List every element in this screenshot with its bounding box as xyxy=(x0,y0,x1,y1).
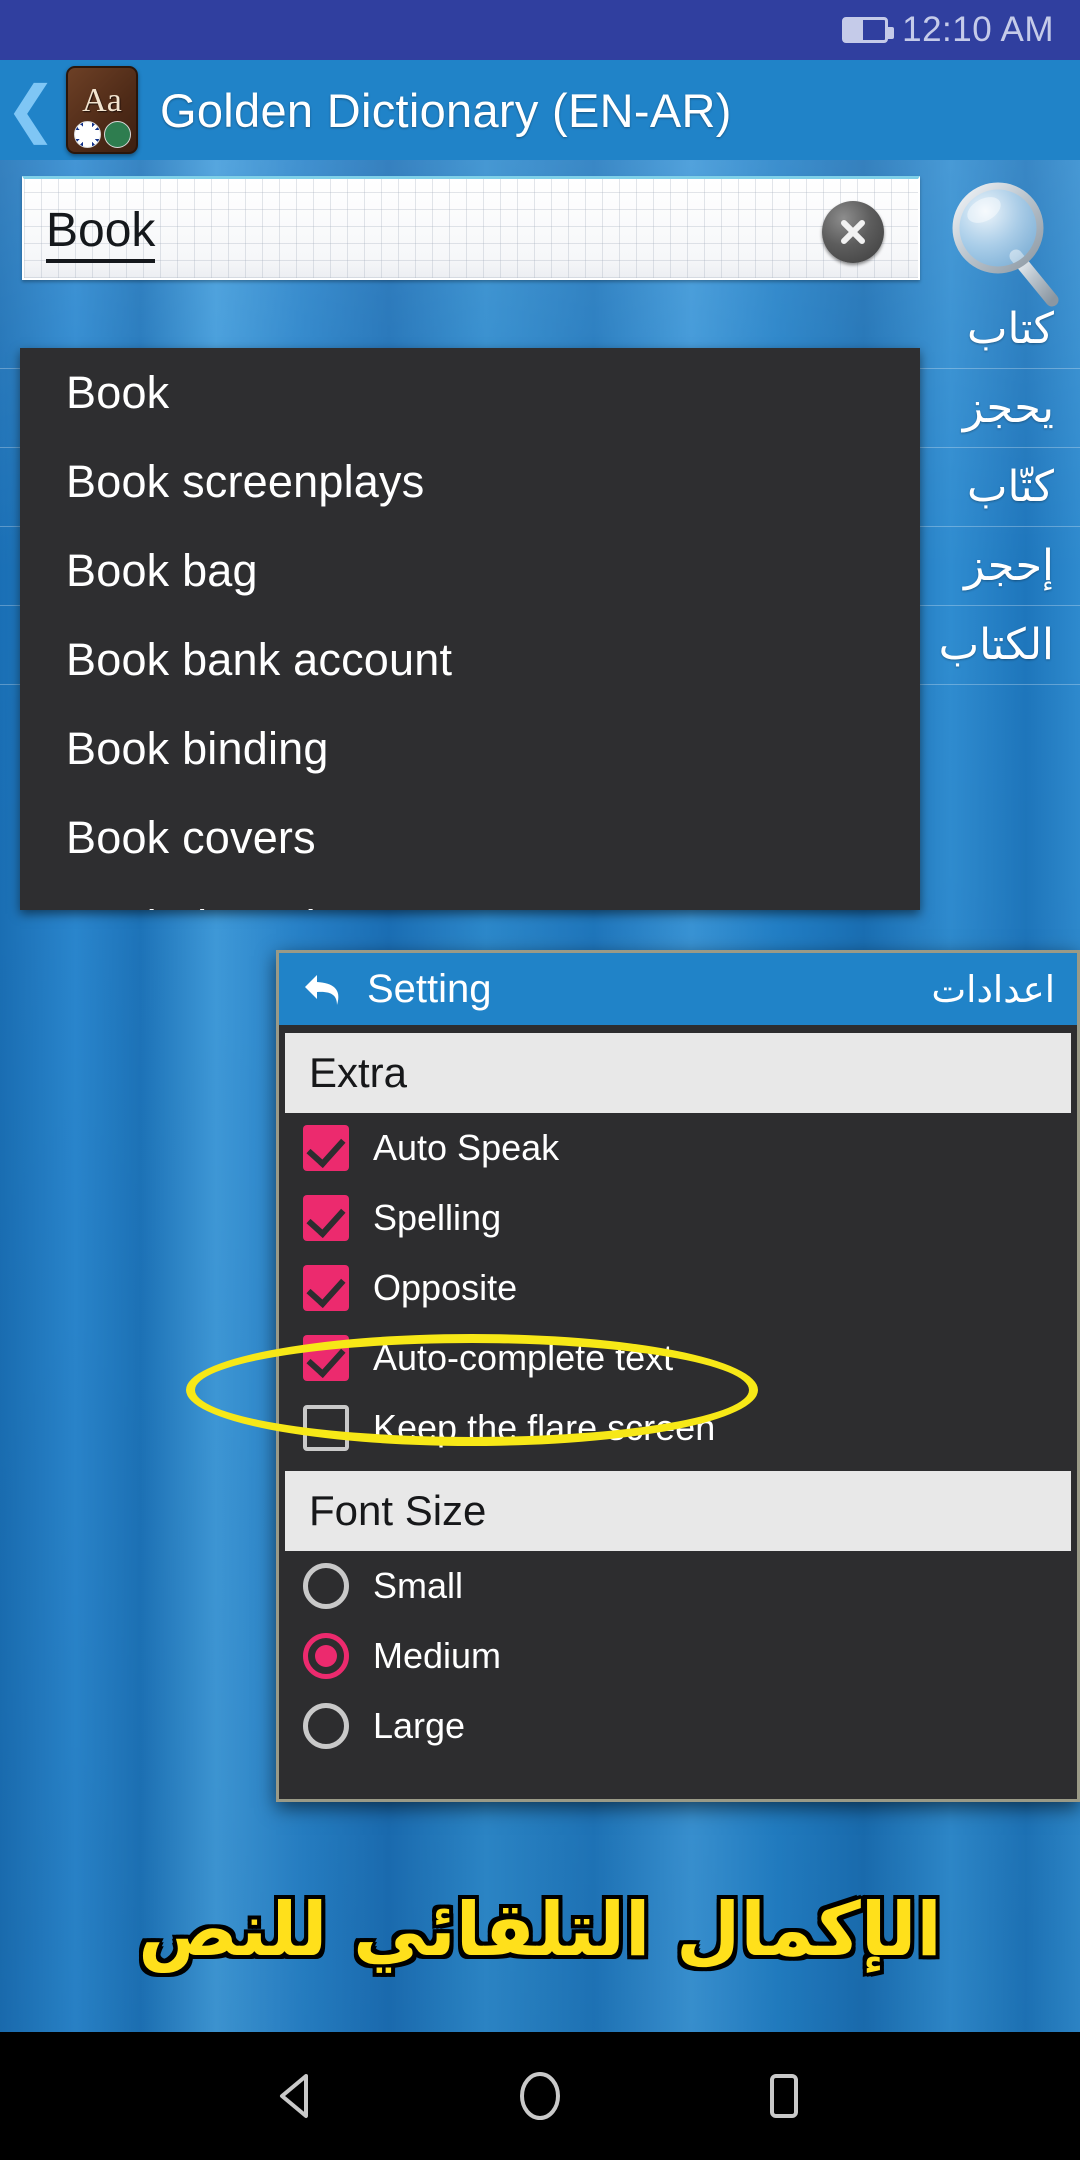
list-item[interactable]: Book deposit xyxy=(20,882,920,911)
settings-dialog: Setting اعدادات Extra Auto Speak Spellin… xyxy=(276,950,1080,1802)
list-item[interactable]: Book screenplays xyxy=(20,437,920,526)
search-input[interactable]: Book xyxy=(22,176,920,280)
option-row-auto-speak[interactable]: Auto Speak xyxy=(279,1113,1077,1183)
section-header-font-size: Font Size xyxy=(285,1471,1071,1551)
square-recents-icon[interactable] xyxy=(756,2068,812,2124)
radio-row-medium[interactable]: Medium xyxy=(279,1621,1077,1691)
circle-home-icon[interactable] xyxy=(512,2068,568,2124)
option-row-auto-complete-text[interactable]: Auto-complete text xyxy=(279,1323,1077,1393)
checkbox-checked-icon[interactable] xyxy=(303,1335,349,1381)
app-header: ❮ Aa Golden Dictionary (EN-AR) xyxy=(0,60,1080,160)
clear-icon[interactable] xyxy=(822,201,884,263)
translation-text: يحجز xyxy=(962,383,1054,433)
translation-text: إحجز xyxy=(963,541,1054,591)
translation-text: كتّاب xyxy=(966,462,1054,512)
page-title: Golden Dictionary (EN-AR) xyxy=(160,83,732,137)
promo-banner-text: الإكمال التلقائي للنص xyxy=(138,1887,942,1973)
option-label: Spelling xyxy=(373,1197,502,1238)
saudi-flag-icon xyxy=(104,121,131,148)
radio-row-small[interactable]: Small xyxy=(279,1551,1077,1621)
autocomplete-dropdown[interactable]: Book Book screenplays Book bag Book bank… xyxy=(20,348,920,910)
option-label: Keep the flare screen xyxy=(373,1407,716,1448)
checkbox-checked-icon[interactable] xyxy=(303,1195,349,1241)
list-item[interactable]: Book bag xyxy=(20,526,920,615)
status-bar: 12:10 AM xyxy=(0,0,1080,60)
section-header-label: Extra xyxy=(309,1049,408,1096)
checkbox-checked-icon[interactable] xyxy=(303,1265,349,1311)
option-label: Medium xyxy=(373,1635,502,1676)
option-row-keep-flare-screen[interactable]: Keep the flare screen xyxy=(279,1393,1077,1463)
battery-icon xyxy=(842,17,895,43)
section-header-extra: Extra xyxy=(285,1033,1071,1113)
list-item[interactable]: Book binding xyxy=(20,704,920,793)
option-label: Small xyxy=(373,1565,464,1606)
settings-dialog-title: Setting xyxy=(367,966,492,1011)
promo-banner: الإكمال التلقائي للنص xyxy=(0,1860,1080,2000)
list-item[interactable]: Book bank account xyxy=(20,615,920,704)
settings-dialog-title-arabic: اعدادات xyxy=(931,967,1055,1011)
search-input-value: Book xyxy=(46,205,156,263)
back-arrow-icon[interactable] xyxy=(297,963,349,1015)
app-icon-letters: Aa xyxy=(82,82,122,119)
option-label: Auto Speak xyxy=(373,1127,560,1168)
settings-dialog-header: Setting اعدادات xyxy=(279,953,1077,1025)
radio-selected-icon[interactable] xyxy=(303,1633,349,1679)
translation-text: الكتاب xyxy=(938,620,1054,670)
section-header-label: Font Size xyxy=(309,1487,487,1534)
app-icon: Aa xyxy=(66,66,138,154)
option-label: Opposite xyxy=(373,1267,518,1308)
radio-unselected-icon[interactable] xyxy=(303,1563,349,1609)
magnifier-icon[interactable] xyxy=(942,170,1072,310)
checkbox-checked-icon[interactable] xyxy=(303,1125,349,1171)
status-bar-time: 12:10 AM xyxy=(902,10,1054,49)
checkbox-unchecked-icon[interactable] xyxy=(303,1405,349,1451)
back-chevron-icon[interactable]: ❮ xyxy=(0,79,62,141)
triangle-back-icon[interactable] xyxy=(268,2068,324,2124)
search-row: Book xyxy=(0,170,1080,307)
uk-flag-icon xyxy=(74,121,101,148)
list-item[interactable]: Book covers xyxy=(20,793,920,882)
option-label: Large xyxy=(373,1705,466,1746)
translation-text: كتاب xyxy=(966,304,1054,354)
radio-row-large[interactable]: Large xyxy=(279,1691,1077,1761)
option-row-opposite[interactable]: Opposite xyxy=(279,1253,1077,1323)
list-item[interactable]: Book xyxy=(20,348,920,437)
android-navigation-bar xyxy=(0,2032,1080,2160)
option-row-spelling[interactable]: Spelling xyxy=(279,1183,1077,1253)
option-label: Auto-complete text xyxy=(373,1337,674,1378)
radio-unselected-icon[interactable] xyxy=(303,1703,349,1749)
